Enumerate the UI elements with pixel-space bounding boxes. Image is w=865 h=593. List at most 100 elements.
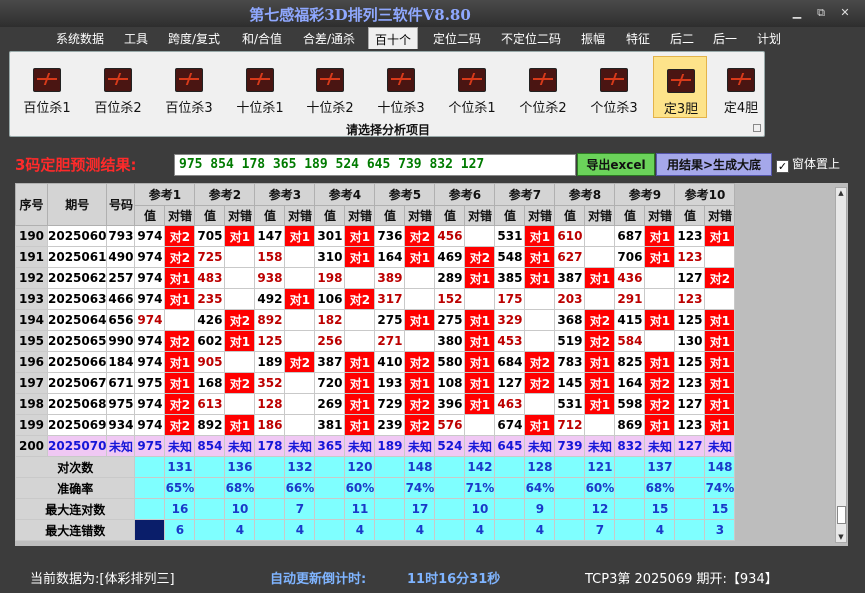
stats-spacer (434, 477, 466, 499)
ref-value: 125 (674, 351, 706, 373)
ribbon-button[interactable]: 十位杀1 (230, 56, 290, 118)
window-ontop-checkbox[interactable]: ✓ 窗体置上 (776, 155, 840, 173)
chart-icon (316, 68, 344, 92)
table-row[interactable]: 197 2025067 671 975 对1 168 对2 352 720 对1 193 对1 108 对… (15, 372, 736, 394)
minimize-icon[interactable]: ▁ (788, 6, 806, 20)
ref-hit: 对1 (224, 414, 256, 436)
table-row[interactable]: 190 2025060 793 974 对2 705 对1 147 对1 301 对1 736 对2 45… (15, 225, 736, 247)
row-idx: 198 (15, 393, 48, 415)
ref-hit (284, 414, 316, 436)
header-ref[interactable]: 参考8 (554, 183, 616, 206)
vertical-scrollbar[interactable]: ▲ ▼ (835, 187, 847, 543)
menu-item[interactable]: 不定位二码 (501, 30, 561, 47)
ribbon-button[interactable]: 十位杀2 (300, 56, 360, 118)
ref-hit (584, 225, 616, 247)
ribbon-button[interactable]: 百位杀3 (159, 56, 219, 118)
table-row[interactable]: 194 2025064 656 974 426 对2 892 182 275 对1 275 对1 329… (15, 309, 736, 331)
header-ref[interactable]: 参考1 (134, 183, 196, 206)
scroll-up-icon[interactable]: ▲ (836, 189, 846, 197)
ref-hit: 对1 (524, 414, 556, 436)
ref-hit: 对1 (644, 309, 676, 331)
header-idx[interactable]: 序号 (15, 183, 48, 226)
stats-row: 准确率 65% 68% 66% 60% 74% 71% 64% 60% 68% 74% (14, 477, 736, 499)
chart-icon (104, 68, 132, 92)
menu-item[interactable]: 定位二码 (433, 30, 481, 47)
ref-value: 410 (374, 351, 406, 373)
ref-value: 182 (314, 309, 346, 331)
ref-hit: 对2 (344, 288, 376, 310)
header-period[interactable]: 期号 (46, 183, 108, 226)
stats-label: 准确率 (14, 477, 136, 499)
generate-base-button[interactable]: 用结果>生成大底 (656, 153, 772, 176)
ref-value: 469 (434, 246, 466, 268)
header-ref[interactable]: 参考7 (494, 183, 556, 206)
ref-hit (224, 351, 256, 373)
table-row[interactable]: 191 2025061 490 974 对2 725 158 310 对1 164 对1 469 对2 5… (15, 246, 736, 268)
ref-value: 310 (314, 246, 346, 268)
header-ref[interactable]: 参考6 (434, 183, 496, 206)
menu-item[interactable]: 后一 (713, 30, 737, 47)
header-ref[interactable]: 参考3 (254, 183, 316, 206)
menu-item[interactable]: 振幅 (581, 30, 605, 47)
menu-item[interactable]: 合差/通杀 (303, 30, 355, 47)
restore-icon[interactable]: ⧉ (812, 6, 830, 20)
ref-hit: 对1 (464, 351, 496, 373)
table-row[interactable]: 195 2025065 990 974 对2 602 对1 125 256 271 380 对1 453… (15, 330, 736, 352)
ribbon-button-label: 十位杀2 (306, 101, 354, 116)
ribbon-button[interactable]: 定3胆 (653, 56, 707, 118)
scroll-down-icon[interactable]: ▼ (836, 533, 846, 541)
prediction-result-field[interactable]: 975 854 178 365 189 524 645 739 832 127 (174, 154, 576, 176)
ref-hit: 对2 (524, 372, 556, 394)
ribbon-button[interactable]: 百位杀2 (88, 56, 148, 118)
header-ref[interactable]: 参考10 (674, 183, 736, 206)
table-row[interactable]: 196 2025066 184 974 对1 905 189 对2 387 对1 410 对2 580 对… (15, 351, 736, 373)
row-idx: 197 (15, 372, 48, 394)
menu-item[interactable]: 和/合值 (242, 30, 282, 47)
ribbon-button[interactable]: 定4胆 (711, 56, 771, 118)
header-ref[interactable]: 参考5 (374, 183, 436, 206)
header-value: 值 (194, 205, 226, 226)
chart-icon (175, 68, 203, 92)
ref-value: 584 (614, 330, 646, 352)
ribbon-button[interactable]: 个位杀1 (442, 56, 502, 118)
header-ref[interactable]: 参考4 (314, 183, 376, 206)
ref-value: 130 (674, 330, 706, 352)
table-row[interactable]: 192 2025062 257 974 对1 483 938 198 389 289 对1 385 对1… (15, 267, 736, 289)
table-row[interactable]: 193 2025063 466 974 对1 235 492 对1 106 对2 317 152 175… (15, 288, 736, 310)
ref-value: 385 (494, 267, 526, 289)
ribbon-button[interactable]: 百位杀1 (17, 56, 77, 118)
scrollbar-thumb[interactable] (837, 506, 846, 524)
checkbox-check-icon[interactable]: ✓ (776, 160, 789, 173)
stats-spacer (434, 519, 466, 541)
menu-item[interactable]: 后二 (670, 30, 694, 47)
ref-value: 684 (494, 351, 526, 373)
stats-spacer (194, 456, 226, 478)
ref-value: 152 (434, 288, 466, 310)
table-row[interactable]: 198 2025068 975 974 对2 613 128 269 对1 729 对2 396 对1 4… (15, 393, 736, 415)
ref-value: 974 (134, 246, 166, 268)
export-excel-button[interactable]: 导出excel (577, 153, 655, 176)
ref-hit: 对1 (524, 267, 556, 289)
table-row[interactable]: 199 2025069 934 974 对2 892 对1 186 381 对1 239 对2 576 6… (15, 414, 736, 436)
future-row[interactable]: 200 2025070 未知 975 未知 854 未知 178 未知 365 未知 189 未知 524… (15, 435, 736, 457)
ribbon-button[interactable]: 十位杀3 (371, 56, 431, 118)
header-code[interactable]: 号码 (106, 183, 136, 226)
menu-item[interactable]: 百十个 (368, 27, 419, 49)
close-icon[interactable]: ✕ (836, 6, 854, 20)
menu-item[interactable]: 计划 (757, 30, 781, 47)
ref-value: 832 (614, 435, 646, 457)
ref-hit: 对2 (584, 330, 616, 352)
ref-hit (224, 288, 256, 310)
ribbon-button[interactable]: 个位杀2 (513, 56, 573, 118)
menu-item[interactable]: 工具 (124, 30, 148, 47)
menu-item[interactable]: 系统数据 (56, 30, 104, 47)
menu-item[interactable]: 特征 (626, 30, 650, 47)
ref-hit: 对2 (164, 330, 196, 352)
header-ref[interactable]: 参考2 (194, 183, 256, 206)
ribbon-expander-icon[interactable] (753, 124, 761, 132)
ribbon-button[interactable]: 个位杀3 (584, 56, 644, 118)
header-ref[interactable]: 参考9 (614, 183, 676, 206)
ref-value: 436 (614, 267, 646, 289)
menu-item[interactable]: 跨度/复式 (168, 30, 220, 47)
data-source-text: 当前数据为:[体彩排列三] (30, 572, 175, 587)
